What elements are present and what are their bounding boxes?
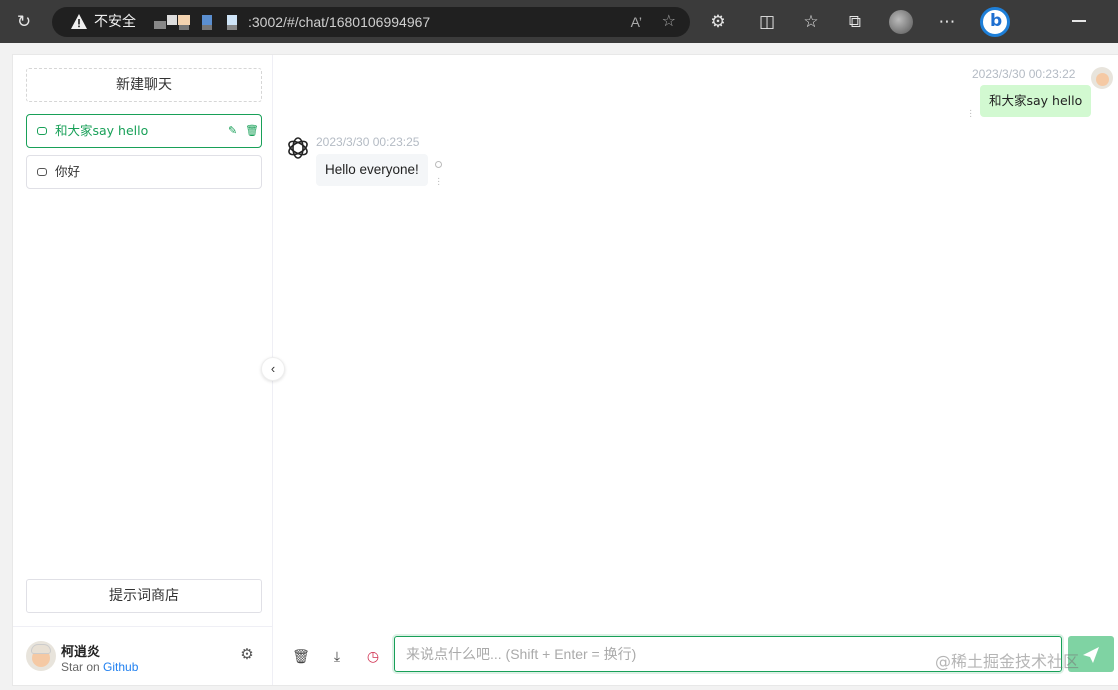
- security-label[interactable]: 不安全: [94, 7, 136, 37]
- extensions-icon[interactable]: ⚙: [705, 9, 731, 35]
- favorites-icon[interactable]: ☆: [798, 9, 824, 35]
- refresh-icon[interactable]: ↻: [11, 9, 37, 35]
- user-name: 柯逍炎: [61, 645, 101, 660]
- read-aloud-icon[interactable]: A’: [631, 7, 642, 37]
- split-screen-icon[interactable]: ◫: [754, 9, 780, 35]
- delete-icon[interactable]: 🗑︎: [245, 115, 259, 147]
- profile-avatar[interactable]: [889, 10, 913, 34]
- bing-icon[interactable]: b: [980, 7, 1010, 37]
- url-text[interactable]: :3002/#/chat/1680106994967: [248, 7, 430, 37]
- trash-icon[interactable]: 🗑︎: [291, 646, 311, 666]
- chevron-left-icon[interactable]: ‹: [261, 357, 285, 381]
- sidebar: 新建聊天 和大家say hello ✎ 🗑︎ 你好 提示词商店 柯逍炎 Star…: [13, 55, 273, 685]
- user-subtitle: Star on Github: [61, 660, 138, 674]
- warning-icon: [71, 14, 87, 29]
- user-info: 柯逍炎 Star on Github ⚙: [13, 626, 273, 686]
- history-item-title: 和大家say hello: [55, 123, 149, 138]
- user-subtitle-prefix: Star on: [61, 660, 100, 674]
- copy-icon[interactable]: [435, 161, 442, 168]
- history-item-title: 你好: [55, 164, 81, 179]
- history-item[interactable]: 和大家say hello ✎ 🗑︎: [26, 114, 262, 148]
- redacted-host: [154, 15, 237, 30]
- more-icon[interactable]: ⋯: [934, 9, 960, 35]
- browser-toolbar: ↻ 不安全 :3002/#/chat/1680106994967 A’ ☆ ⚙ …: [0, 0, 1118, 43]
- user-message: 和大家say hello: [980, 85, 1092, 117]
- history-item[interactable]: 你好: [26, 155, 262, 189]
- avatar: [1091, 67, 1113, 89]
- chat-app: 新建聊天 和大家say hello ✎ 🗑︎ 你好 提示词商店 柯逍炎 Star…: [12, 54, 1118, 686]
- chat-bubble-icon: [37, 127, 47, 135]
- message-more-icon[interactable]: · · ·: [969, 106, 973, 122]
- edit-icon[interactable]: ✎: [228, 115, 237, 147]
- message-more-icon[interactable]: · · ·: [437, 174, 441, 190]
- collections-icon[interactable]: ⧉: [842, 9, 868, 35]
- github-link[interactable]: Github: [103, 660, 138, 674]
- address-bar[interactable]: 不安全 :3002/#/chat/1680106994967 A’ ☆: [52, 7, 690, 37]
- history-icon[interactable]: ◷: [363, 646, 383, 666]
- settings-icon[interactable]: ⚙: [238, 646, 256, 664]
- message-time: 2023/3/30 00:23:25: [316, 135, 420, 149]
- download-icon[interactable]: ⤓: [327, 646, 347, 666]
- chat-bubble-icon: [37, 168, 47, 176]
- watermark: @稀土掘金技术社区: [935, 652, 1080, 671]
- assistant-message: Hello everyone!: [316, 154, 428, 186]
- new-chat-button[interactable]: 新建聊天: [26, 68, 262, 102]
- minimize-icon[interactable]: [1072, 20, 1086, 22]
- openai-icon: [288, 137, 308, 159]
- message-time: 2023/3/30 00:23:22: [972, 67, 1076, 81]
- favorite-add-icon[interactable]: ☆: [662, 7, 676, 37]
- avatar: [26, 641, 56, 671]
- prompt-store-button[interactable]: 提示词商店: [26, 579, 262, 613]
